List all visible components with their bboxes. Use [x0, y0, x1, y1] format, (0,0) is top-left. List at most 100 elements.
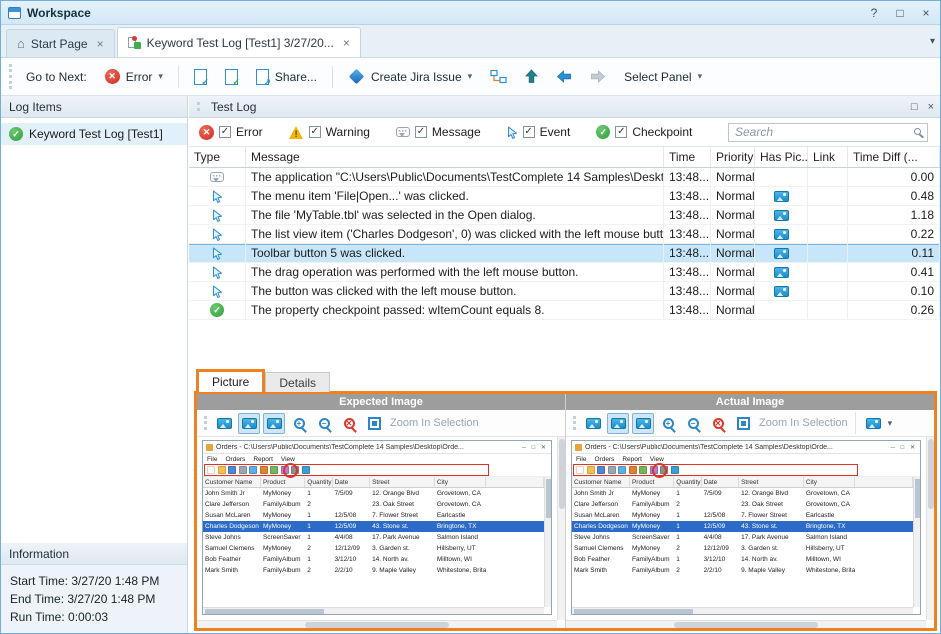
tab-picture[interactable]: Picture: [196, 369, 265, 392]
orders-column-header[interactable]: City: [435, 477, 486, 487]
orders-column-header[interactable]: City: [804, 477, 855, 487]
orders-row[interactable]: Clare JeffersonFamilyAlbum223. Oak Stree…: [572, 499, 913, 510]
orders-menu-item[interactable]: File: [576, 456, 586, 463]
orders-row[interactable]: John Smith JrMyMoney17/5/0912. Orange Bl…: [572, 488, 913, 499]
orders-menu-item[interactable]: View: [650, 456, 664, 463]
column-header[interactable]: Has Pic...: [755, 147, 808, 167]
orders-column-header[interactable]: Quantity: [674, 477, 701, 487]
column-header[interactable]: Message: [246, 147, 664, 167]
orders-column-header[interactable]: Product: [630, 477, 674, 487]
tree-item-keyword-test-log[interactable]: ✓ Keyword Test Log [Test1]: [1, 123, 187, 145]
log-row[interactable]: The application "C:\Users\Public\Documen…: [189, 168, 940, 187]
zoom-out-button[interactable]: −: [682, 413, 704, 434]
tab-overflow-caret[interactable]: ▾: [930, 36, 935, 47]
orders-column-header[interactable]: Customer Name: [572, 477, 630, 487]
tab-start-page[interactable]: ⌂ Start Page ×: [6, 29, 115, 57]
zoom-in-button[interactable]: +: [657, 413, 679, 434]
orders-row[interactable]: Mark SmithFamilyAlbum22/2/109. Maple Val…: [203, 565, 544, 576]
toolbar-grip[interactable]: [204, 416, 208, 430]
orders-vscrollbar[interactable]: [544, 477, 551, 607]
zoom-restore-button[interactable]: ✕: [338, 413, 360, 434]
pan-tool-button[interactable]: [238, 413, 260, 434]
column-header[interactable]: Priority: [711, 147, 755, 167]
compare-tool-button[interactable]: [632, 413, 654, 434]
log-row[interactable]: The button was clicked with the left mou…: [189, 282, 940, 301]
toolbar-grip[interactable]: [573, 416, 577, 430]
picture-icon[interactable]: [774, 267, 789, 278]
picture-icon[interactable]: [774, 286, 789, 297]
orders-row[interactable]: Steve JohnsScreenSaver14/4/0817. Park Av…: [572, 532, 913, 543]
copy-log-button[interactable]: [187, 65, 214, 89]
expected-vscrollbar[interactable]: [557, 437, 565, 620]
upload-button[interactable]: [518, 65, 545, 88]
column-header[interactable]: Link: [808, 147, 848, 167]
compare-tool-button[interactable]: [263, 413, 285, 434]
orders-column-header[interactable]: Quantity: [305, 477, 332, 487]
picture-icon[interactable]: [774, 229, 789, 240]
orders-row[interactable]: Samuel ClemensMyMoney212/12/093. Garden …: [203, 543, 544, 554]
orders-menu-item[interactable]: Orders: [225, 456, 245, 463]
log-row[interactable]: The drag operation was performed with th…: [189, 263, 940, 282]
orders-row[interactable]: Susan McLarenMyMoney112/5/087. Flower St…: [572, 510, 913, 521]
orders-menu-item[interactable]: File: [207, 456, 217, 463]
filter-event[interactable]: ✓Event: [507, 125, 571, 139]
orders-row[interactable]: Charles DodgesonMyMoney112/5/0943. Stone…: [572, 521, 913, 532]
log-row[interactable]: The file 'MyTable.tbl' was selected in t…: [189, 206, 940, 225]
orders-row[interactable]: Susan McLarenMyMoney112/5/087. Flower St…: [203, 510, 544, 521]
zoom-out-button[interactable]: −: [313, 413, 335, 434]
orders-hscrollbar[interactable]: [572, 607, 913, 614]
orders-menu-item[interactable]: Report: [253, 456, 273, 463]
filter-message[interactable]: ✓Message: [396, 125, 481, 139]
zoom-in-selection-button[interactable]: [732, 413, 754, 434]
tab-details[interactable]: Details: [265, 372, 330, 392]
help-button[interactable]: ?: [867, 6, 881, 20]
column-header[interactable]: Time: [664, 147, 711, 167]
orders-column-header[interactable]: Date: [333, 477, 371, 487]
message-checkbox[interactable]: ✓: [415, 126, 427, 138]
orders-column-header[interactable]: Street: [370, 477, 435, 487]
maximize-button[interactable]: □: [893, 6, 907, 20]
checkpoint-checkbox[interactable]: ✓: [615, 126, 627, 138]
close-button[interactable]: ×: [919, 6, 933, 20]
picture-view-caret[interactable]: ▾: [888, 418, 893, 429]
close-tab-icon[interactable]: ×: [97, 37, 104, 51]
share-button[interactable]: Share...: [249, 65, 324, 89]
panel-grip[interactable]: [197, 102, 201, 111]
filter-warning[interactable]: !✓Warning: [289, 125, 370, 139]
tab-keyword-test-log[interactable]: Keyword Test Log [Test1] 3/27/20... ×: [117, 27, 361, 57]
zoom-in-selection-button[interactable]: [363, 413, 385, 434]
picture-icon[interactable]: [774, 191, 789, 202]
column-header[interactable]: Type: [189, 147, 246, 167]
back-button[interactable]: [549, 66, 579, 87]
orders-column-header[interactable]: Date: [702, 477, 740, 487]
search-input[interactable]: [728, 123, 928, 142]
close-panel-button[interactable]: ×: [928, 101, 934, 113]
event-checkbox[interactable]: ✓: [523, 126, 535, 138]
orders-menu-item[interactable]: Report: [622, 456, 642, 463]
close-tab-icon[interactable]: ×: [343, 36, 350, 50]
export-picture-button[interactable]: [213, 413, 235, 434]
orders-row[interactable]: Samuel ClemensMyMoney212/12/093. Garden …: [572, 543, 913, 554]
orders-column-header[interactable]: Street: [739, 477, 804, 487]
save-log-button[interactable]: [218, 65, 245, 89]
orders-vscrollbar[interactable]: [913, 477, 920, 607]
orders-row[interactable]: Bob FeatherFamilyAlbum13/12/1014. North …: [572, 554, 913, 565]
filter-error[interactable]: ✕✓Error: [199, 125, 263, 140]
export-picture-button[interactable]: [582, 413, 604, 434]
log-row[interactable]: The list view item ('Charles Dodgeson', …: [189, 225, 940, 244]
toolbar-grip[interactable]: [9, 64, 13, 89]
select-panel-button[interactable]: Select Panel ▾: [617, 66, 709, 88]
picture-icon[interactable]: [774, 210, 789, 221]
orders-menu-item[interactable]: Orders: [594, 456, 614, 463]
orders-row[interactable]: Bob FeatherFamilyAlbum13/12/1014. North …: [203, 554, 544, 565]
actual-vscrollbar[interactable]: [926, 437, 934, 620]
pan-tool-button[interactable]: [607, 413, 629, 434]
orders-row[interactable]: Mark SmithFamilyAlbum22/2/109. Maple Val…: [572, 565, 913, 576]
picture-icon[interactable]: [774, 248, 789, 259]
go-to-error-button[interactable]: ✕ Error ▾: [98, 65, 170, 88]
warning-checkbox[interactable]: ✓: [309, 126, 321, 138]
orders-column-header[interactable]: Customer Name: [203, 477, 261, 487]
orders-menu-item[interactable]: View: [281, 456, 295, 463]
orders-column-header[interactable]: Product: [261, 477, 305, 487]
orders-row[interactable]: Clare JeffersonFamilyAlbum223. Oak Stree…: [203, 499, 544, 510]
